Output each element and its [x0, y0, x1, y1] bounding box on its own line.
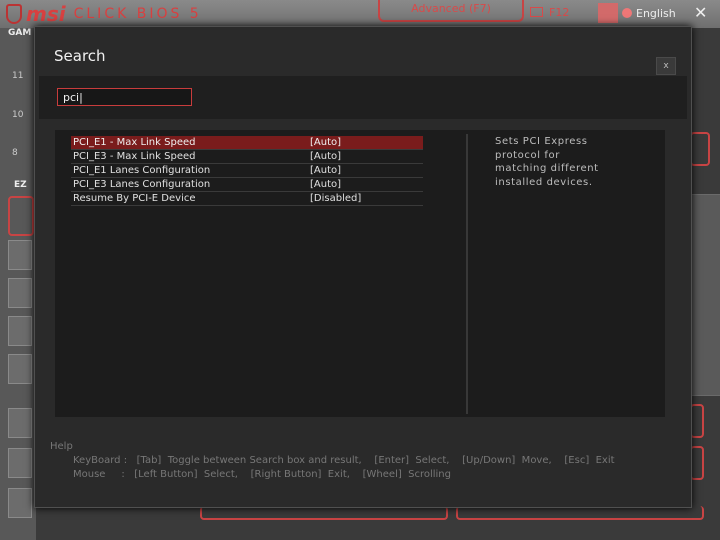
- ez-nav-item[interactable]: [8, 196, 34, 236]
- result-name: PCI_E3 Lanes Configuration: [73, 179, 211, 190]
- product-text: CLICK BIOS 5: [73, 6, 202, 22]
- language-selector[interactable]: English: [598, 2, 676, 24]
- language-label: English: [636, 6, 676, 20]
- search-bar: [39, 76, 687, 119]
- background-widget: [690, 404, 704, 438]
- ez-mode-label: EZ: [14, 180, 27, 190]
- help-description: Sets PCI Express protocol for matching d…: [495, 136, 599, 188]
- screenshot-f12-button[interactable]: F12: [530, 6, 569, 19]
- background-side-panel: GAM 11 10 8 EZ: [0, 28, 36, 540]
- keyboard-hints: KeyBoard : [Tab] Toggle between Search b…: [73, 455, 615, 466]
- background-widget: [200, 506, 448, 520]
- camera-icon: [530, 7, 543, 17]
- result-name: PCI_E1 - Max Link Speed: [73, 137, 196, 148]
- side-number: 11: [12, 71, 24, 81]
- f12-label: F12: [549, 6, 570, 19]
- ez-nav-item[interactable]: [8, 408, 32, 438]
- result-name: PCI_E1 Lanes Configuration: [73, 165, 211, 176]
- result-row[interactable]: PCI_E1 - Max Link Speed [Auto]: [71, 136, 423, 150]
- result-row[interactable]: Resume By PCI-E Device [Disabled]: [71, 192, 423, 206]
- close-button[interactable]: x: [656, 57, 676, 75]
- ez-nav-item[interactable]: [8, 316, 32, 346]
- results-list: PCI_E1 - Max Link Speed [Auto] PCI_E3 - …: [71, 136, 423, 206]
- search-dialog: Search x PCI_E1 - Max Link Speed [Auto] …: [34, 26, 692, 508]
- result-value: [Disabled]: [310, 193, 362, 204]
- search-toggle-icon[interactable]: [598, 3, 618, 23]
- result-row[interactable]: PCI_E1 Lanes Configuration [Auto]: [71, 164, 423, 178]
- ez-nav-item[interactable]: [8, 488, 32, 518]
- game-boost-label: GAM: [8, 28, 32, 38]
- panel-divider: [466, 134, 468, 414]
- ez-nav-item[interactable]: [8, 354, 32, 384]
- background-widget: [690, 446, 704, 480]
- ez-nav-item[interactable]: [8, 448, 32, 478]
- mouse-hints: Mouse : [Left Button] Select, [Right But…: [73, 469, 451, 480]
- advanced-mode-tab[interactable]: Advanced (F7): [378, 0, 524, 22]
- msi-logo: msi CLICK BIOS 5: [6, 2, 202, 26]
- help-footer: Help KeyBoard : [Tab] Toggle between Sea…: [35, 431, 691, 505]
- globe-icon: [622, 8, 632, 18]
- bios-header-bar: msi CLICK BIOS 5 Advanced (F7) F12 Engli…: [0, 0, 720, 28]
- help-label: Help: [50, 441, 73, 452]
- background-widget: [690, 132, 710, 166]
- result-value: [Auto]: [310, 165, 342, 176]
- result-row[interactable]: PCI_E3 - Max Link Speed [Auto]: [71, 150, 423, 164]
- result-name: Resume By PCI-E Device: [73, 193, 196, 204]
- brand-text: msi: [26, 2, 66, 26]
- result-value: [Auto]: [310, 151, 342, 162]
- search-input[interactable]: [57, 88, 192, 106]
- result-name: PCI_E3 - Max Link Speed: [73, 151, 196, 162]
- result-row[interactable]: PCI_E3 Lanes Configuration [Auto]: [71, 178, 423, 192]
- side-number: 10: [12, 110, 24, 120]
- side-number: 8: [12, 148, 18, 158]
- result-value: [Auto]: [310, 137, 342, 148]
- dialog-title: Search: [54, 47, 106, 65]
- results-panel: PCI_E1 - Max Link Speed [Auto] PCI_E3 - …: [55, 130, 665, 417]
- result-value: [Auto]: [310, 179, 342, 190]
- ez-nav-item[interactable]: [8, 278, 32, 308]
- msi-shield-icon: [6, 4, 22, 24]
- exit-icon[interactable]: ✕: [694, 3, 707, 22]
- ez-nav-item[interactable]: [8, 240, 32, 270]
- background-panel: [690, 194, 720, 396]
- background-widget: [456, 506, 704, 520]
